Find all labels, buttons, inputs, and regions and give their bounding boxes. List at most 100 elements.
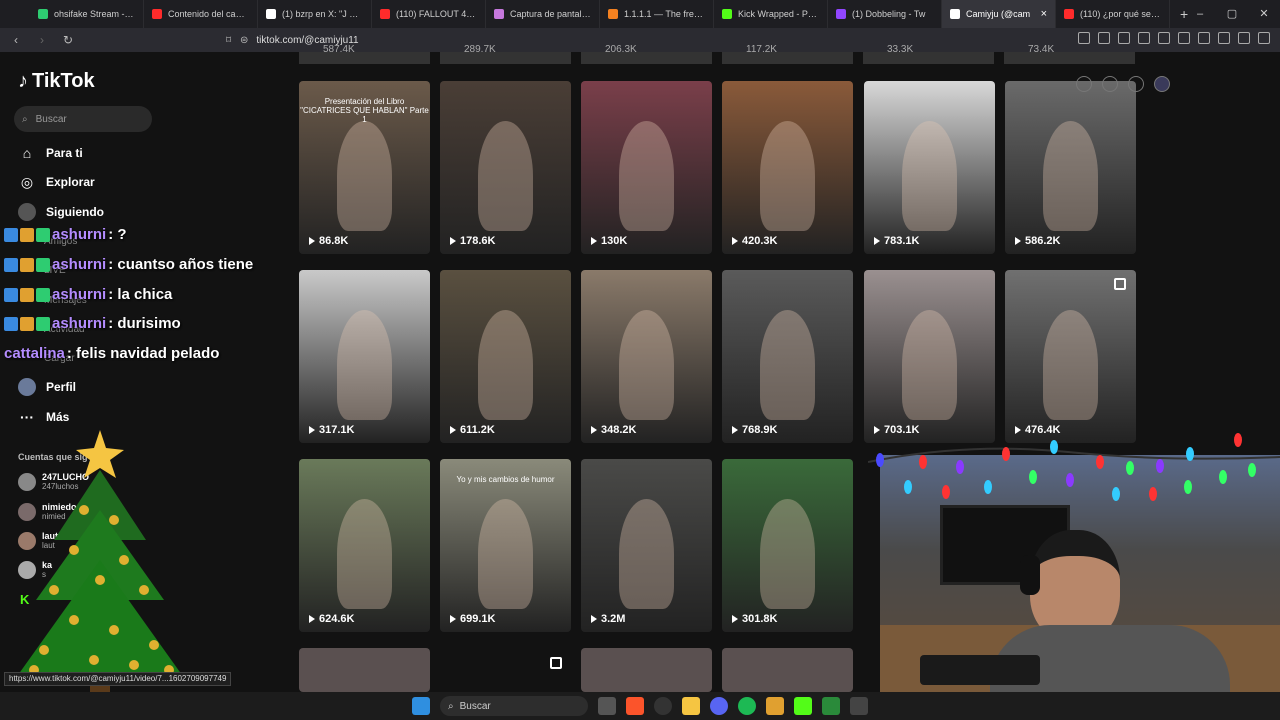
video-tile[interactable]: 586.2K [1005,81,1136,254]
view-count: 33.3K [887,44,914,55]
nav-item-para-ti[interactable]: ⌂ Para ti [18,144,83,162]
menu-icon[interactable] [1258,32,1270,44]
video-tile[interactable]: 3.2M [581,459,712,632]
video-tile-partial[interactable]: 117.2K [722,44,853,64]
taskbar-search-placeholder: Buscar [459,700,491,712]
task-view-icon[interactable] [598,697,616,715]
nav-item-explorar[interactable]: ◎ Explorar [18,173,95,191]
extension-icon[interactable] [1178,32,1190,44]
close-tab-icon[interactable]: × [1041,8,1047,20]
windows-start-icon[interactable] [412,697,430,715]
view-count: 420.3K [732,235,777,247]
video-tile[interactable]: 130K [581,81,712,254]
video-tile-partial[interactable]: 587.4K [299,44,430,64]
compass-icon[interactable] [1076,76,1092,92]
brave-browser-icon[interactable] [626,697,644,715]
chat-badge-icon [20,287,34,302]
site-info-icon[interactable]: ⊜ [240,35,248,46]
browser-tab[interactable]: (110) ¿por qué se hace [1056,0,1170,28]
extension-icon[interactable] [1098,32,1110,44]
video-tile[interactable]: 783.1K [864,81,995,254]
chat-badge-icon [20,257,34,272]
browser-tab[interactable]: Camiyju (@cam × [942,0,1056,28]
video-tile[interactable]: 420.3K [722,81,853,254]
tiktok-logo[interactable]: ♪ TikTok [18,70,95,93]
view-count: 586.2K [1015,235,1060,247]
chat-message: ashurni: durisimo [4,315,181,332]
extension-icon[interactable] [1138,32,1150,44]
maximize-button[interactable]: ▢ [1216,0,1248,28]
view-count: 783.1K [874,235,919,247]
video-tile-partial[interactable]: 289.7K [440,44,571,64]
video-tile[interactable]: 317.1K [299,270,430,443]
browser-tab[interactable]: Captura de pantalla p [486,0,600,28]
chat-badge-icon [36,287,50,302]
browser-tab[interactable]: (110) FALLOUT 4 | PRI [372,0,486,28]
app-icon[interactable] [822,697,840,715]
video-tile-partial[interactable]: 206.3K [581,44,712,64]
video-thumbnail-figure [619,310,674,420]
back-icon[interactable]: ‹ [6,33,26,47]
reload-icon[interactable]: ↻ [58,33,78,47]
avatar[interactable] [1154,76,1170,92]
nav-item-mas[interactable]: ··· Más [18,408,69,426]
video-tile[interactable]: 348.2K [581,270,712,443]
download-icon[interactable] [1128,76,1144,92]
search-input[interactable]: ⌕ Buscar [14,106,152,132]
video-tile[interactable]: 624.6K [299,459,430,632]
bookmark-icon[interactable]: ⌑ [226,35,231,46]
video-tile[interactable]: Yo y mis cambios de humor 699.1K [440,459,571,632]
view-count-value: 86.8K [319,235,349,247]
video-tile[interactable]: 476.4K [1005,270,1136,443]
calculator-icon[interactable] [850,697,868,715]
video-caption: Presentación del Libro "CICATRICES QUE H… [300,97,429,124]
video-tile-partial[interactable]: 73.4K [1004,44,1135,64]
tab-label: (1) Dobbeling - Tw [852,9,926,19]
extension-icon[interactable] [1198,32,1210,44]
forward-icon[interactable]: › [32,33,52,47]
video-tile[interactable]: 178.6K [440,81,571,254]
video-tile[interactable]: 611.2K [440,270,571,443]
obs-icon[interactable] [654,697,672,715]
video-tile[interactable] [581,648,712,692]
nav-label: Más [46,410,70,424]
browser-tab[interactable]: Contenido del canal - [144,0,258,28]
video-tile[interactable]: 703.1K [864,270,995,443]
taskbar-search[interactable]: ⌕ Buscar [440,696,588,716]
video-tile[interactable]: 301.8K [722,459,853,632]
christmas-tree-decoration [18,430,182,700]
minimize-button[interactable]: – [1184,0,1216,28]
discord-icon[interactable] [710,697,728,715]
tab-label: (110) ¿por qué se hace [1080,9,1161,19]
browser-tab[interactable]: 1.1.1.1 — The free app [600,0,714,28]
sidebar-toggle-icon[interactable] [1238,32,1250,44]
video-tile-partial[interactable]: 33.3K [863,44,994,64]
extension-icon[interactable] [1078,32,1090,44]
video-tile[interactable]: Presentación del Libro "CICATRICES QUE H… [299,81,430,254]
chat-message: cattalina: felis navidad pelado [4,345,219,362]
file-explorer-icon[interactable] [682,697,700,715]
app-icon[interactable] [766,697,784,715]
nav-item-perfil[interactable]: Perfil [18,378,76,396]
nav-item-siguiendo[interactable]: Siguiendo [18,203,104,221]
browser-tab[interactable]: (1) Dobbeling - Tw [828,0,942,28]
extension-icon[interactable] [1118,32,1130,44]
chat-username: ashurni [52,256,107,273]
phone-icon[interactable] [1102,76,1118,92]
kick-icon[interactable] [794,697,812,715]
close-window-button[interactable]: ✕ [1248,0,1280,28]
video-tile[interactable] [722,648,853,692]
browser-tab[interactable]: (1) bzrp en X: "J BALVI [258,0,372,28]
tab-favicon-icon [836,9,846,19]
play-icon [309,615,315,623]
tab-label: ohsifake Stream - Wat [54,9,135,19]
video-tile[interactable] [299,648,430,692]
browser-tab[interactable]: ohsifake Stream - Wat [30,0,144,28]
video-thumbnail-figure [478,310,533,420]
extension-icon[interactable] [1158,32,1170,44]
extension-icon[interactable] [1218,32,1230,44]
browser-toolbar-icons [1078,32,1270,44]
browser-tab[interactable]: Kick Wrapped - Proce [714,0,828,28]
video-tile[interactable]: 768.9K [722,270,853,443]
spotify-icon[interactable] [738,697,756,715]
